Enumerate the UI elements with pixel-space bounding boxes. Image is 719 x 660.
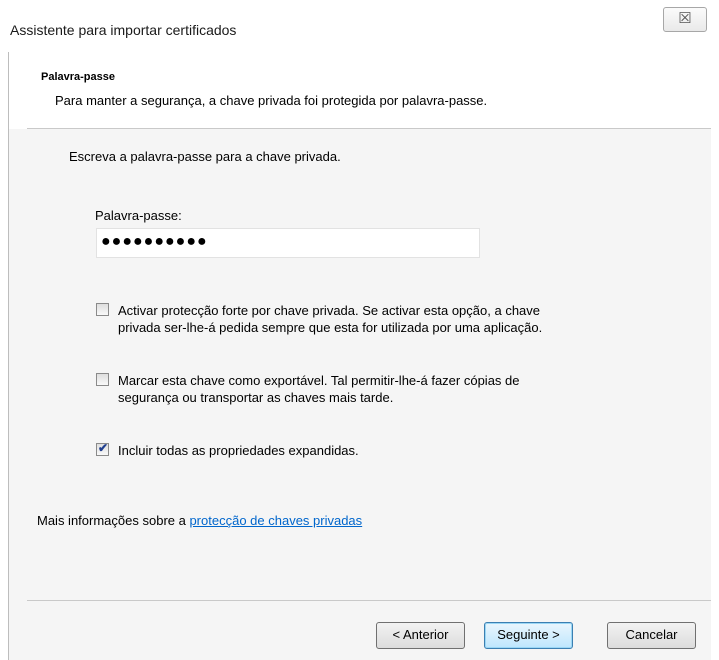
footer-divider	[27, 600, 711, 601]
window-title: Assistente para importar certificados	[10, 22, 237, 38]
exportable-line-1: Marcar esta chave como exportável. Tal p…	[118, 373, 520, 388]
exportable-line-2: segurança ou transportar as chaves mais …	[118, 390, 394, 405]
strong-protection-checkbox[interactable]	[96, 303, 109, 316]
exportable-checkbox[interactable]	[96, 373, 109, 386]
private-key-protection-link[interactable]: protecção de chaves privadas	[189, 513, 362, 528]
close-icon[interactable]: ☒	[663, 7, 707, 32]
next-button[interactable]: Seguinte >	[484, 622, 573, 649]
strong-protection-line-1: Activar protecção forte por chave privad…	[118, 303, 541, 318]
close-glyph: ☒	[678, 10, 692, 27]
back-button[interactable]: < Anterior	[376, 622, 465, 649]
page-subtitle: Para manter a segurança, a chave privada…	[55, 93, 488, 108]
title-bar: Assistente para importar certificados ☒	[0, 0, 719, 52]
strong-protection-label: Activar protecção forte por chave privad…	[118, 302, 678, 336]
wizard-header: Palavra-passe Para manter a segurança, a…	[9, 52, 711, 128]
extended-properties-label: Incluir todas as propriedades expandidas…	[118, 443, 359, 458]
password-prompt: Escreva a palavra-passe para a chave pri…	[69, 149, 341, 164]
wizard-frame: Palavra-passe Para manter a segurança, a…	[8, 52, 711, 660]
password-label: Palavra-passe:	[95, 208, 182, 223]
more-info: Mais informações sobre a protecção de ch…	[37, 513, 362, 528]
checkmark-icon: ✔	[98, 441, 109, 455]
strong-protection-line-2: privada ser-lhe-á pedida sempre que esta…	[118, 320, 543, 335]
extended-properties-checkbox[interactable]: ✔	[96, 441, 109, 456]
cancel-button[interactable]: Cancelar	[607, 622, 696, 649]
page-title: Palavra-passe	[41, 71, 115, 83]
password-input[interactable]: ●●●●●●●●●●	[96, 228, 480, 258]
more-info-prefix: Mais informações sobre a	[37, 513, 190, 528]
exportable-label: Marcar esta chave como exportável. Tal p…	[118, 372, 678, 406]
